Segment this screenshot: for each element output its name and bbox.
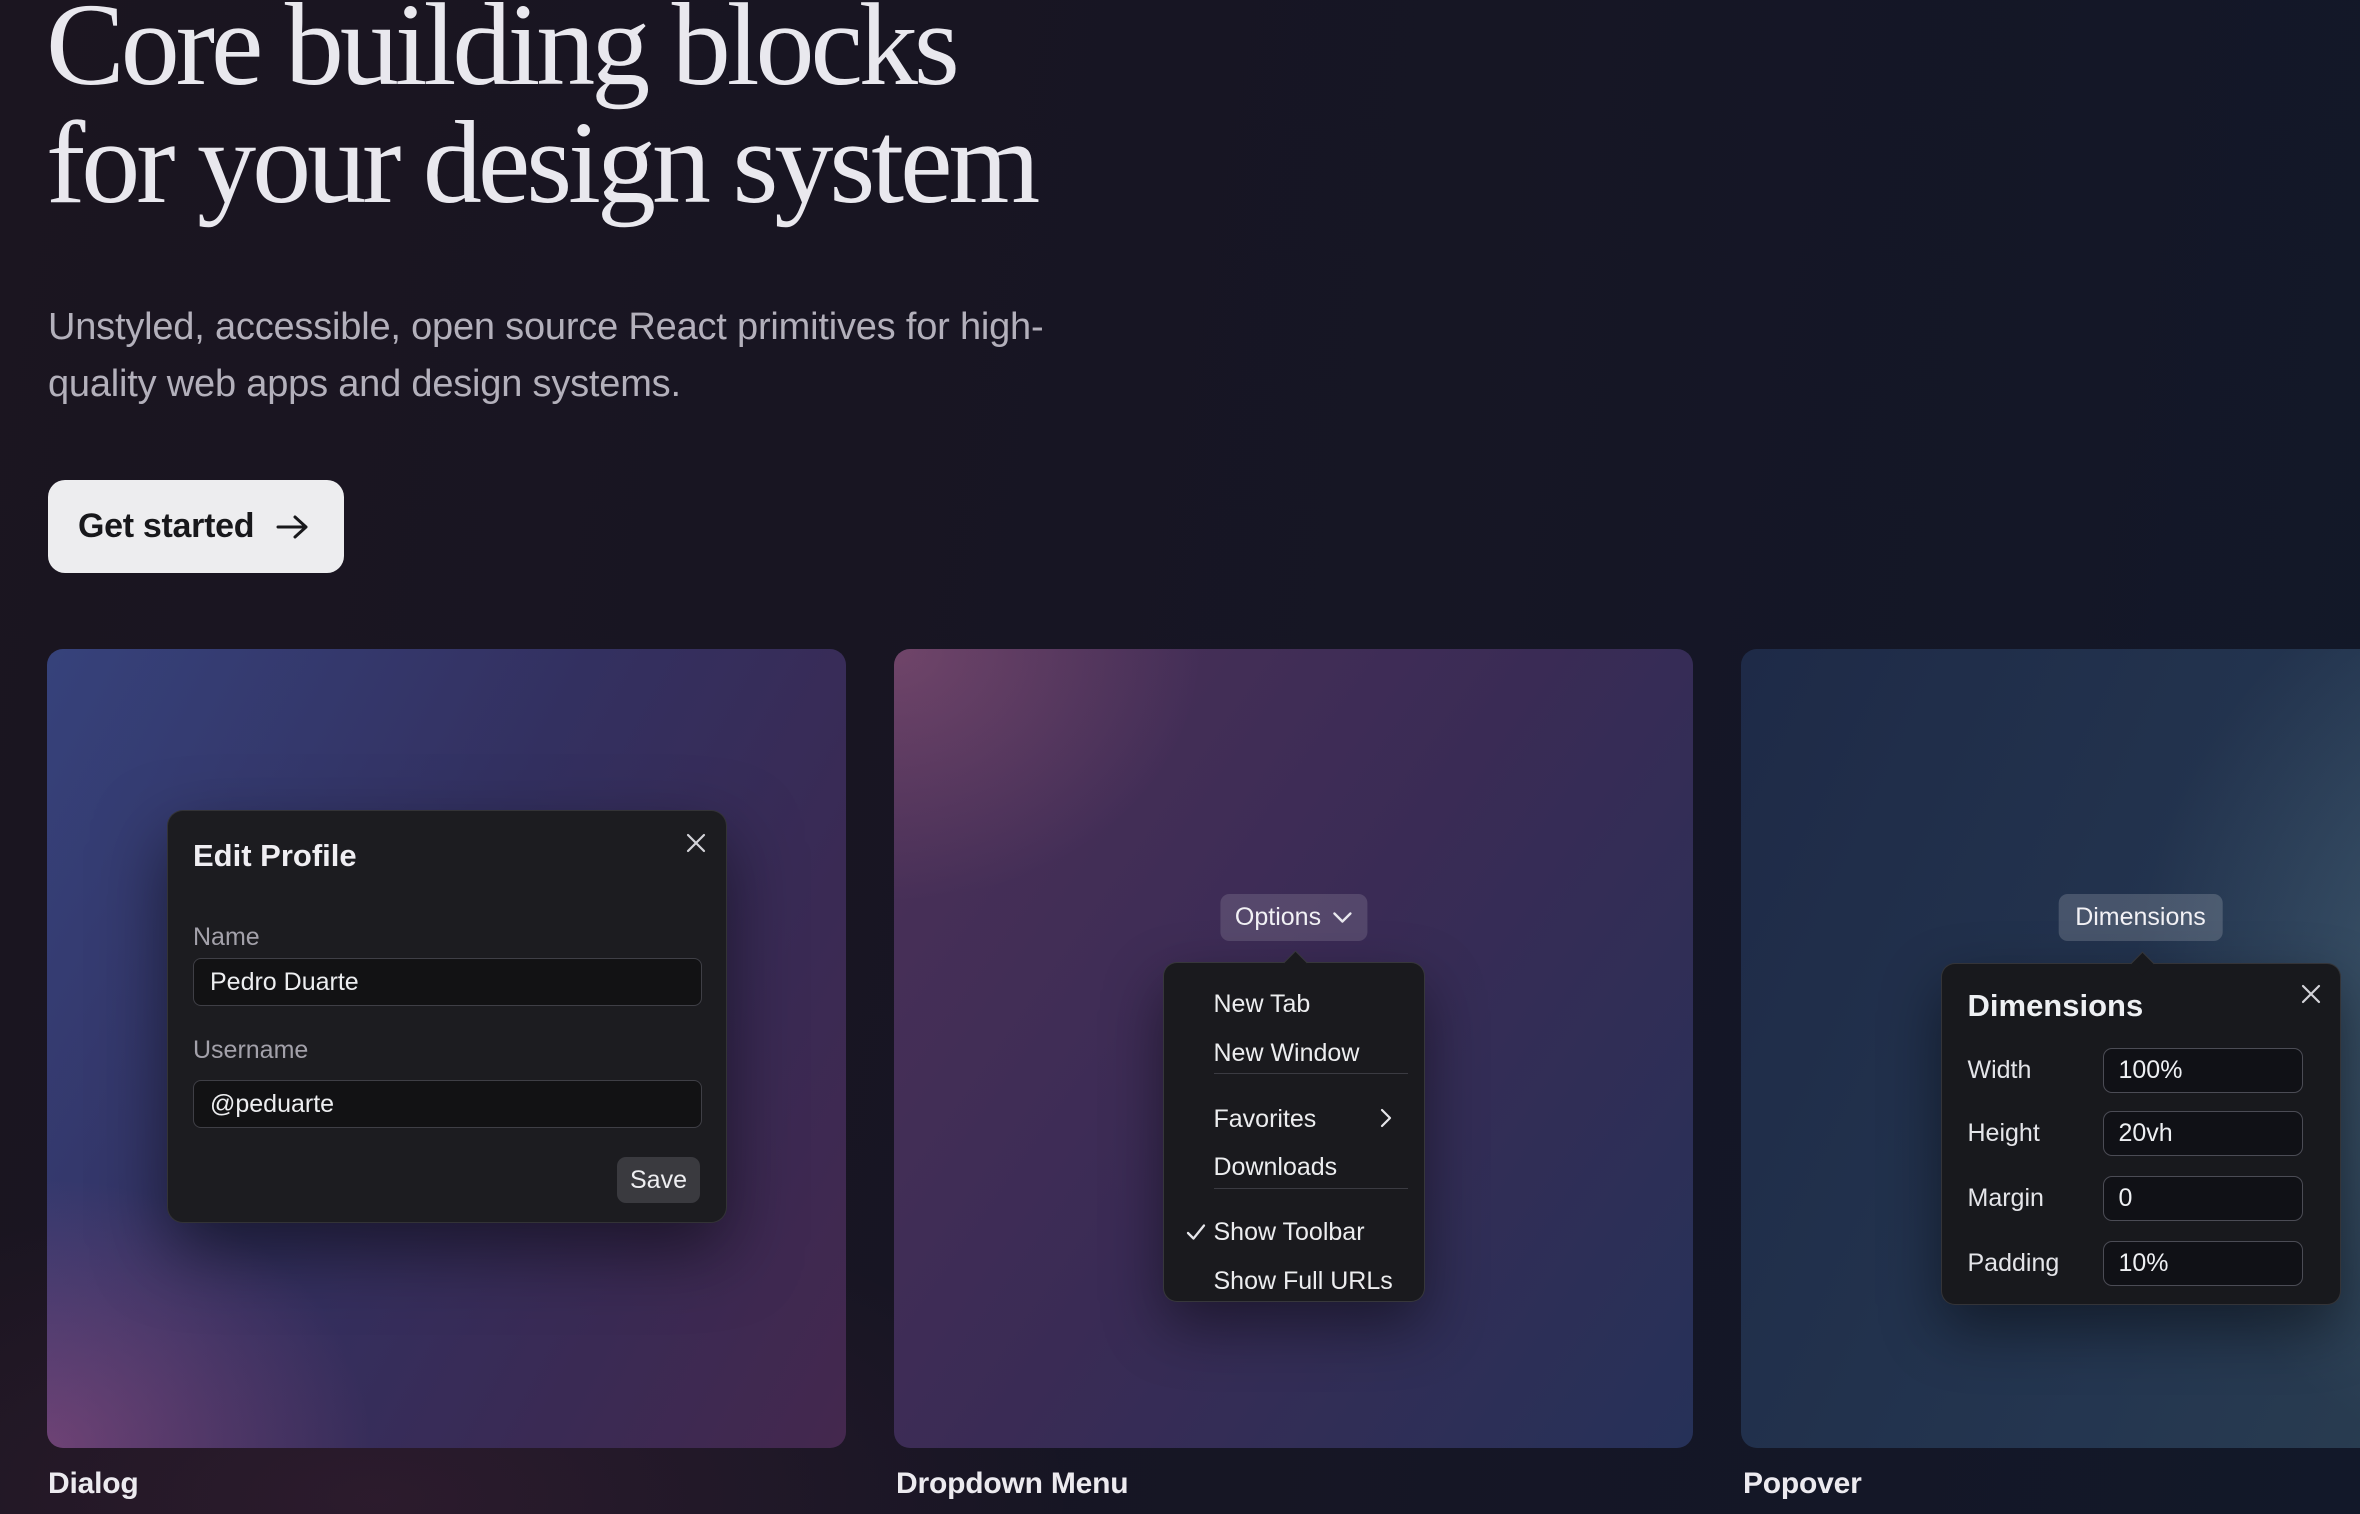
menu-arrow [1283, 950, 1307, 974]
menu-item-new-window[interactable]: New Window [1214, 1030, 1408, 1076]
popover-close-button[interactable] [2301, 984, 2321, 1004]
margin-label: Margin [1968, 1176, 2044, 1221]
height-row: Height [1968, 1111, 2314, 1156]
component-demo-row: Edit Profile Name Username Save Options [47, 649, 2360, 1448]
menu-separator [1214, 1073, 1408, 1074]
hero-subtitle-line1: Unstyled, accessible, open source React … [48, 306, 1043, 348]
height-input[interactable] [2103, 1111, 2303, 1156]
popover-caption: Popover [1743, 1467, 1862, 1501]
close-icon [686, 833, 706, 853]
name-field-label: Name [193, 925, 260, 950]
page-title: Core building blocksfor your design syst… [46, 0, 1036, 222]
dialog-title: Edit Profile [193, 838, 357, 874]
menu-item-show-full-urls[interactable]: Show Full URLs [1214, 1258, 1408, 1304]
width-label: Width [1968, 1048, 2032, 1093]
options-trigger-label: Options [1235, 903, 1321, 932]
username-field-label: Username [193, 1038, 308, 1063]
padding-row: Padding [1968, 1241, 2314, 1286]
popover-panel: Dimensions Width Height Margin [1941, 963, 2341, 1305]
width-input[interactable] [2103, 1048, 2303, 1093]
popover-title: Dimensions [1968, 988, 2144, 1024]
padding-input[interactable] [2103, 1241, 2303, 1286]
options-trigger-button[interactable]: Options [1220, 894, 1367, 941]
dropdown-demo-card: Options New Tab New Window Favorites Dow… [894, 649, 1693, 1448]
menu-item-downloads[interactable]: Downloads [1214, 1144, 1408, 1190]
dimensions-trigger-label: Dimensions [2075, 903, 2206, 932]
username-field[interactable] [193, 1080, 702, 1128]
save-button[interactable]: Save [617, 1157, 700, 1203]
dialog-close-button[interactable] [686, 833, 706, 853]
page-title-line2: for your design system [46, 97, 1036, 228]
menu-item-favorites-label: Favorites [1214, 1105, 1317, 1134]
margin-row: Margin [1968, 1176, 2314, 1221]
chevron-right-icon [1380, 1107, 1392, 1129]
close-icon [2301, 984, 2321, 1004]
dialog-caption: Dialog [48, 1467, 138, 1501]
hero-subtitle-line2: quality web apps and design systems. [48, 363, 681, 405]
dropdown-menu-panel: New Tab New Window Favorites Downloads S… [1163, 962, 1425, 1302]
popover-arrow [2130, 951, 2154, 975]
menu-item-favorites[interactable]: Favorites [1214, 1096, 1408, 1142]
padding-label: Padding [1968, 1241, 2060, 1286]
get-started-button[interactable]: Get started [48, 480, 344, 573]
chevron-down-icon [1332, 911, 1352, 924]
height-label: Height [1968, 1111, 2040, 1156]
menu-item-new-tab[interactable]: New Tab [1214, 981, 1408, 1027]
check-icon [1185, 1221, 1207, 1243]
dialog-demo-card: Edit Profile Name Username Save [47, 649, 846, 1448]
width-row: Width [1968, 1048, 2314, 1093]
menu-separator [1214, 1188, 1408, 1189]
popover-demo-card: Dimensions Dimensions Width Height [1741, 649, 2360, 1448]
page-title-line1: Core building blocks [46, 0, 956, 110]
margin-input[interactable] [2103, 1176, 2303, 1221]
menu-item-show-toolbar-label: Show Toolbar [1214, 1218, 1365, 1247]
radix-homepage: Core building blocksfor your design syst… [0, 0, 2360, 1514]
dimensions-trigger-button[interactable]: Dimensions [2058, 894, 2223, 941]
get-started-label: Get started [78, 507, 254, 546]
arrow-right-icon [276, 514, 310, 540]
dropdown-caption: Dropdown Menu [896, 1467, 1128, 1501]
menu-item-show-toolbar[interactable]: Show Toolbar [1214, 1209, 1408, 1255]
name-field[interactable] [193, 958, 702, 1006]
edit-profile-dialog: Edit Profile Name Username Save [167, 810, 727, 1223]
hero-subtitle: Unstyled, accessible, open source React … [48, 299, 1043, 413]
